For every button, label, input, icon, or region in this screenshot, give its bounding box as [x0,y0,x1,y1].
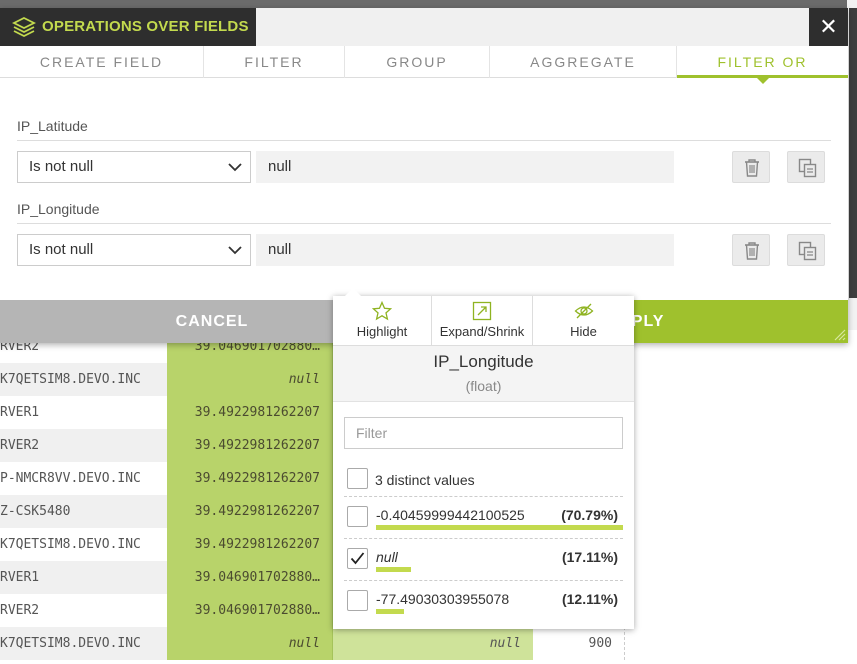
table-row[interactable]: K7QETSIM8.DEVO.INC null null 900 [0,627,857,660]
operator-select[interactable]: Is not null [17,151,251,183]
latitude-cell[interactable]: 39.4922981262207 [167,528,333,561]
chevron-down-icon [228,246,242,255]
hostname-cell[interactable]: RVER2 [0,429,167,462]
hostname-cell[interactable]: K7QETSIM8.DEVO.INC [0,363,167,396]
select-all-checkbox[interactable] [347,468,368,489]
tab-aggregate[interactable]: AGGREGATE [490,46,677,78]
tab-bar: CREATE FIELD FILTER GROUP AGGREGATE FILT… [0,46,848,84]
column-popover: Highlight Expand/Shrink Hide IP_Longitud… [333,288,634,629]
duplicate-filter-button[interactable] [787,234,825,266]
popover-field-name: IP_Longitude [433,352,534,371]
latitude-cell[interactable]: null [167,363,333,396]
delete-filter-button[interactable] [732,151,770,183]
delete-filter-button[interactable] [732,234,770,266]
distinct-value-percent: (70.79%) [561,507,618,523]
operator-select-value: Is not null [29,158,94,175]
close-button[interactable]: ✕ [809,8,848,46]
copy-icon [798,241,817,261]
distinct-value-row[interactable]: -77.49030303955078 (12.11%) [344,580,623,622]
duplicate-filter-button[interactable] [787,151,825,183]
highlight-label: Highlight [356,324,408,339]
distinct-value-percent: (17.11%) [561,549,618,565]
layers-icon [12,16,36,38]
expand-shrink-button[interactable]: Expand/Shrink [432,296,533,346]
popover-actions: Highlight Expand/Shrink Hide [333,296,634,346]
hostname-cell[interactable]: Z-CSK5480 [0,495,167,528]
longitude-cell[interactable]: null [333,627,533,660]
distinct-value-bar [376,609,404,614]
latitude-cell[interactable]: 39.046901702880… [167,561,333,594]
operator-select-value: Is not null [29,241,94,258]
highlight-button[interactable]: Highlight [333,296,432,346]
background-toolbar [0,0,857,8]
latitude-cell[interactable]: 39.4922981262207 [167,462,333,495]
hostname-cell[interactable]: RVER1 [0,396,167,429]
hostname-cell[interactable]: RVER2 [0,594,167,627]
hostname-cell[interactable]: RVER1 [0,561,167,594]
latitude-cell[interactable]: 39.4922981262207 [167,495,333,528]
expand-shrink-label: Expand/Shrink [439,324,525,339]
background-right-strip [849,8,857,298]
modal-title: OPERATIONS OVER FIELDS [42,18,249,35]
chevron-down-icon [228,163,242,172]
star-icon [372,301,392,321]
operator-select[interactable]: Is not null [17,234,251,266]
resize-grip-icon[interactable] [832,327,846,341]
filter-value-input[interactable]: null [256,234,674,266]
distinct-value-row[interactable]: null (17.11%) [344,538,623,580]
hide-label: Hide [570,324,597,339]
checkmark-icon [350,552,365,565]
latitude-cell[interactable]: 39.4922981262207 [167,396,333,429]
distinct-values-label: 3 distinct values [375,472,475,488]
trash-icon [745,159,759,177]
distinct-value-bar [376,525,623,530]
filter-field-label: IP_Latitude [17,118,831,141]
latitude-cell[interactable]: 39.4922981262207 [167,429,333,462]
tab-group[interactable]: GROUP [345,46,490,78]
latitude-cell[interactable]: null [167,627,333,660]
extra-cell[interactable]: 900 [533,627,625,660]
hide-button[interactable]: Hide [533,296,634,346]
value-checkbox[interactable] [347,590,368,611]
distinct-value-row[interactable]: -0.40459999442100525 (70.79%) [344,496,623,538]
latitude-cell[interactable]: 39.046901702880… [167,594,333,627]
hostname-cell[interactable]: K7QETSIM8.DEVO.INC [0,528,167,561]
tab-filter-or[interactable]: FILTER OR [677,46,848,84]
close-icon: ✕ [819,14,838,39]
hostname-cell[interactable]: K7QETSIM8.DEVO.INC [0,627,167,660]
value-checkbox[interactable] [347,506,368,527]
hostname-cell[interactable]: P-NMCR8VV.DEVO.INC [0,462,167,495]
popover-header: IP_Longitude (float) [333,346,634,402]
distinct-value-percent: (12.11%) [561,591,618,607]
eye-slash-icon [574,303,593,319]
expand-icon [472,301,492,321]
distinct-value: null [376,549,398,565]
value-checkbox[interactable] [347,548,368,569]
operations-modal: OPERATIONS OVER FIELDS ✕ CREATE FIELD FI… [0,8,848,343]
tab-filter[interactable]: FILTER [204,46,345,78]
popover-field-type: (float) [465,378,502,394]
distinct-value-bar [376,567,411,572]
trash-icon [745,242,759,260]
filter-value-input[interactable]: null [256,151,674,183]
copy-icon [798,158,817,178]
popover-filter-input[interactable]: Filter [344,417,623,449]
tab-create-field[interactable]: CREATE FIELD [0,46,204,78]
filter-field-label: IP_Longitude [17,201,831,224]
distinct-value: -0.40459999442100525 [376,507,525,523]
modal-title-bar: OPERATIONS OVER FIELDS [0,8,256,46]
distinct-value: -77.49030303955078 [376,591,510,607]
modal-header: OPERATIONS OVER FIELDS ✕ [0,8,848,46]
